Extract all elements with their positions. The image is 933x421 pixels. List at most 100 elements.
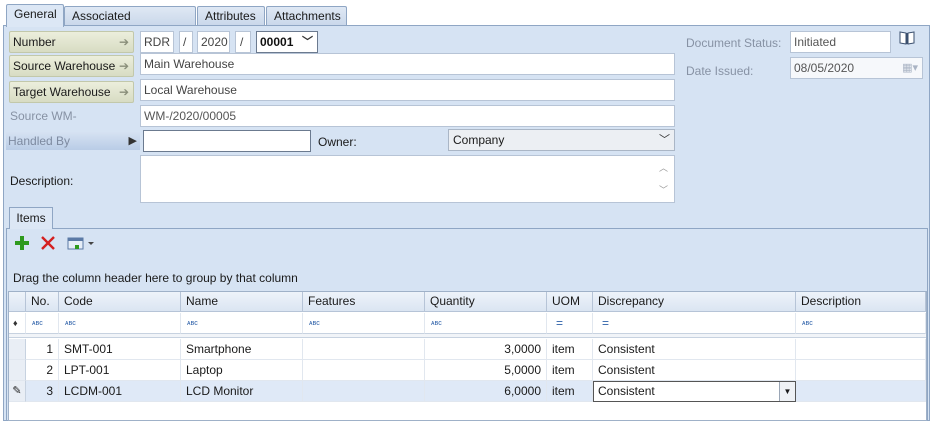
discrepancy-dropdown[interactable]: Consistent ▼ [593, 381, 796, 402]
owner-label: Owner: [318, 135, 357, 149]
tab-associated-documents[interactable]: Associated Documents [64, 6, 196, 41]
abc-filter-icon: ᴀʙᴄ [431, 320, 442, 327]
cell-quantity[interactable]: 5,0000 [425, 360, 547, 381]
tab-items[interactable]: Items [9, 207, 53, 229]
description-textarea[interactable]: ︿ ﹀ [140, 155, 675, 203]
date-issued-value: 08/05/2020 [794, 61, 855, 75]
number-label: Number [13, 35, 56, 49]
source-warehouse-button[interactable]: Source Warehouse ➔ [9, 55, 134, 77]
abc-filter-icon: ᴀʙᴄ [802, 320, 813, 327]
cell-code[interactable]: LPT-001 [59, 360, 181, 381]
target-warehouse-field[interactable]: Local Warehouse [140, 79, 675, 101]
column-header-description[interactable]: Description [796, 292, 926, 312]
tab-attributes[interactable]: Attributes [197, 6, 265, 26]
cell-discrepancy[interactable]: Consistent [593, 339, 796, 360]
cell-discrepancy[interactable]: Consistent [593, 360, 796, 381]
cell-no[interactable]: 3 [26, 381, 59, 402]
handled-by-label: Handled By [8, 134, 71, 148]
scroll-down-icon[interactable]: ﹀ [659, 180, 668, 200]
cell-description[interactable] [796, 339, 926, 360]
cell-name[interactable]: LCD Monitor [181, 381, 303, 402]
target-warehouse-button[interactable]: Target Warehouse ➔ [9, 81, 134, 103]
cell-features[interactable] [303, 360, 425, 381]
source-warehouse-field[interactable]: Main Warehouse [140, 53, 675, 75]
table-row-selected[interactable]: ✎ 3 LCDM-001 LCD Monitor 6,0000 item Con… [9, 381, 926, 402]
scroll-up-icon[interactable]: ︿ [659, 158, 668, 178]
table-row[interactable]: 2 LPT-001 Laptop 5,0000 item Consistent [9, 360, 926, 381]
arrow-right-icon: ➔ [118, 35, 129, 49]
abc-filter-icon: ᴀʙᴄ [32, 320, 43, 327]
handled-by-field[interactable] [143, 130, 311, 152]
filter-description[interactable]: ᴀʙᴄ [796, 313, 926, 334]
arrow-right-icon: ➔ [118, 85, 129, 99]
cell-description[interactable] [796, 360, 926, 381]
filter-name[interactable]: ᴀʙᴄ [181, 313, 303, 334]
cell-uom[interactable]: item [547, 360, 593, 381]
cell-name[interactable]: Smartphone [181, 339, 303, 360]
items-grid: No. Code Name Features Quantity UOM Disc… [8, 291, 927, 421]
cell-quantity[interactable]: 6,0000 [425, 381, 547, 402]
number-year-field[interactable]: 2020 [197, 31, 230, 53]
filter-discrepancy[interactable]: = [593, 313, 796, 334]
number-separator: / [179, 31, 193, 53]
cell-no[interactable]: 2 [26, 360, 59, 381]
filter-no[interactable]: ᴀʙᴄ [26, 313, 59, 334]
cell-features[interactable] [303, 339, 425, 360]
number-value-select[interactable]: 00001 ﹀ [256, 31, 318, 53]
abc-filter-icon: ᴀʙᴄ [309, 320, 320, 327]
date-issued-field[interactable]: 08/05/2020 ▦▾ [790, 57, 923, 79]
number-separator-2: / [235, 31, 251, 53]
column-header-discrepancy[interactable]: Discrepancy [593, 292, 796, 312]
filter-features[interactable]: ᴀʙᴄ [303, 313, 425, 334]
play-arrow-icon: ▶ [128, 135, 137, 147]
chevron-down-icon: ﹀ [659, 134, 670, 146]
column-header-features[interactable]: Features [303, 292, 425, 312]
abc-filter-icon: ᴀʙᴄ [187, 320, 198, 327]
handled-by-button[interactable]: Handled By ▶ [6, 132, 140, 150]
delete-icon[interactable] [40, 235, 56, 255]
target-warehouse-label: Target Warehouse [13, 85, 111, 99]
cell-quantity[interactable]: 3,0000 [425, 339, 547, 360]
owner-value: Company [453, 133, 505, 147]
source-wm-field: WM-/2020/00005 [140, 105, 675, 127]
cell-code[interactable]: SMT-001 [59, 339, 181, 360]
cell-description[interactable] [796, 381, 926, 402]
cell-code[interactable]: LCDM-001 [59, 381, 181, 402]
discrepancy-value: Consistent [598, 384, 655, 398]
filter-uom[interactable]: = [547, 313, 593, 334]
table-row[interactable]: 1 SMT-001 Smartphone 3,0000 item Consist… [9, 339, 926, 360]
cell-no[interactable]: 1 [26, 339, 59, 360]
dropdown-arrow-icon[interactable]: ▼ [779, 382, 795, 401]
column-header-code[interactable]: Code [59, 292, 181, 312]
tab-bar: General Associated Documents Attributes … [0, 0, 933, 41]
cell-name[interactable]: Laptop [181, 360, 303, 381]
owner-select[interactable]: Company ﹀ [448, 129, 675, 151]
column-header-name[interactable]: Name [181, 292, 303, 312]
abc-filter-icon: ᴀʙᴄ [65, 320, 76, 327]
tab-general[interactable]: General [6, 4, 64, 27]
filter-quantity[interactable]: ᴀʙᴄ [425, 313, 547, 334]
arrow-right-icon: ➔ [118, 59, 129, 73]
column-header-quantity[interactable]: Quantity [425, 292, 547, 312]
row-indicator[interactable] [9, 360, 26, 381]
number-prefix-field[interactable]: RDR [140, 31, 174, 53]
tab-attachments[interactable]: Attachments [266, 6, 347, 26]
cell-uom[interactable]: item [547, 381, 593, 402]
cell-uom[interactable]: item [547, 339, 593, 360]
document-status-label: Document Status: [686, 36, 782, 50]
filter-code[interactable]: ᴀʙᴄ [59, 313, 181, 334]
equals-filter-icon: = [602, 316, 610, 330]
equals-filter-icon: = [556, 316, 564, 330]
column-header-no[interactable]: No. [26, 292, 59, 312]
add-icon[interactable] [14, 235, 30, 255]
group-by-hint: Drag the column header here to group by … [13, 271, 298, 285]
row-indicator[interactable] [9, 339, 26, 360]
calendar-icon[interactable]: ▦▾ [902, 58, 918, 78]
column-header-uom[interactable]: UOM [547, 292, 593, 312]
number-value: 00001 [260, 35, 294, 49]
pencil-icon: ✎ [9, 381, 26, 402]
cell-features[interactable] [303, 381, 425, 402]
book-icon[interactable] [898, 30, 916, 46]
number-button[interactable]: Number ➔ [9, 31, 134, 53]
view-icon[interactable] [67, 235, 95, 255]
